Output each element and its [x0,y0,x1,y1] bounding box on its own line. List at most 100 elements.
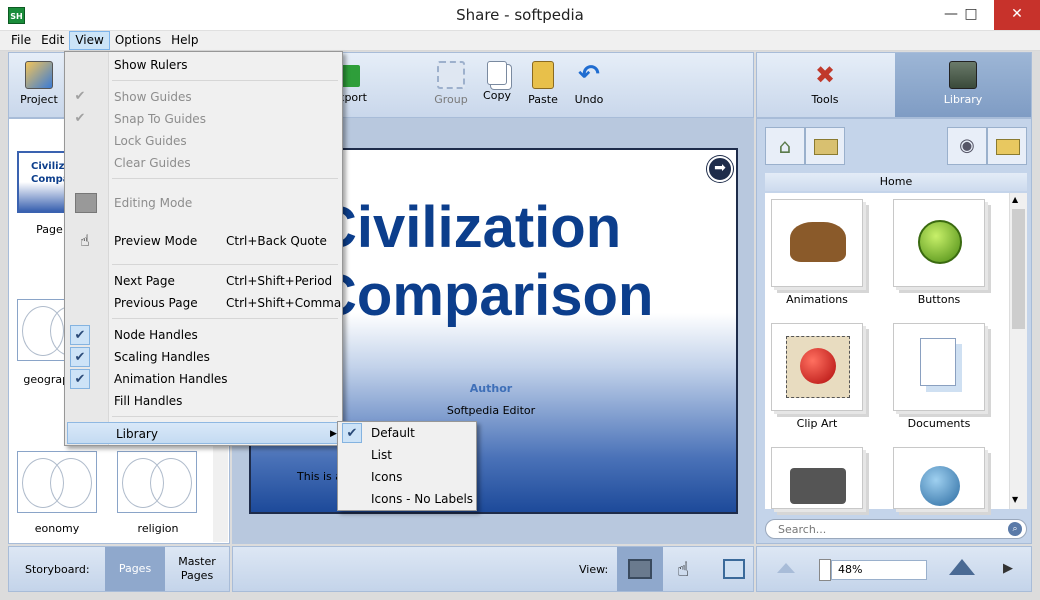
menu-scaling-handles[interactable]: ✔ Scaling Handles [66,346,342,368]
submenu-icons-no-labels[interactable]: Icons - No Labels [339,488,475,510]
menu-show-rulers[interactable]: Show Rulers [66,54,342,76]
submenu-default[interactable]: ✔ Default [339,422,475,444]
menu-separator [112,416,338,417]
paste-icon [532,61,554,89]
library-panel: ⌂ ◉ Home Animations Buttons Clip Art Doc… [756,118,1032,544]
slide-author[interactable]: Author [411,382,571,395]
close-button[interactable]: ✕ [994,0,1040,30]
submenu-label: Icons - No Labels [371,492,474,506]
folder-open-icon[interactable] [987,127,1027,165]
library-item-documents[interactable] [893,323,985,411]
menu-label: Show Guides [114,90,192,104]
menu-animation-handles[interactable]: ✔ Animation Handles [66,368,342,390]
venn-circle [50,458,92,508]
page-thumbnail[interactable] [117,451,197,513]
menu-label: Node Handles [114,328,198,342]
next-arrow-icon[interactable]: ➡ [707,156,733,182]
tab-master-pages[interactable]: Master Pages [173,555,221,583]
check-icon: ✔ [70,325,90,345]
folder-shape [996,139,1020,155]
menu-label: Preview Mode [114,234,198,248]
slide-editor[interactable]: Softpedia Editor [411,404,571,417]
menu-file[interactable]: File [6,31,36,50]
search-icon[interactable]: ⌕ [1008,522,1022,536]
menu-separator [112,80,338,81]
library-item-globe[interactable] [893,447,985,509]
check-icon: ✔ [70,369,90,389]
undo-button[interactable]: ↶ Undo [569,53,609,117]
menu-clear-guides[interactable]: Clear Guides [66,152,342,174]
library-item-clip-art[interactable] [771,323,863,411]
library-item-buttons[interactable] [893,199,985,287]
copy-button[interactable]: Copy [477,53,517,117]
menu-shortcut: Ctrl+Shift+Period [226,274,333,288]
zoom-out-icon[interactable] [777,563,795,573]
library-item-camera[interactable] [771,447,863,509]
submenu-label: Icons [371,470,403,484]
library-item-label: Buttons [917,293,961,306]
menu-label: Scaling Handles [114,350,210,364]
right-toolbar: ✖ Tools Library [756,52,1032,118]
folder-up-icon[interactable] [805,127,845,165]
menu-edit[interactable]: Edit [36,31,69,50]
menu-help[interactable]: Help [166,31,203,50]
scroll-thumb[interactable] [1012,209,1025,329]
maximize-button[interactable]: □ [948,0,994,30]
menu-options[interactable]: Options [110,31,166,50]
present-icon[interactable] [723,559,745,579]
menu-separator [112,318,338,319]
menu-preview-mode[interactable]: ☝ Preview Mode Ctrl+Back Quote [66,230,342,252]
library-item-animations[interactable] [771,199,863,287]
home-icon[interactable]: ⌂ [765,127,805,165]
webcam-icon[interactable]: ◉ [947,127,987,165]
title-bar: SH Share - softpedia — □ ✕ [0,0,1040,31]
view-bar: View: ☝ [232,546,754,592]
submenu-list[interactable]: List [339,444,475,466]
library-scrollbar[interactable]: ▲ ▼ [1009,193,1027,509]
submenu-icons[interactable]: Icons [339,466,475,488]
scroll-up-icon[interactable]: ▲ [1012,195,1018,204]
menu-lock-guides[interactable]: Lock Guides [66,130,342,152]
menu-fill-handles[interactable]: Fill Handles [66,390,342,412]
menu-next-page[interactable]: Next Page Ctrl+Shift+Period [66,270,342,292]
editing-mode-icon [75,193,97,213]
zoom-in-icon[interactable] [949,559,975,575]
tools-button[interactable]: ✖ Tools [793,53,857,117]
edit-view-button[interactable] [617,547,663,591]
green-button-icon [918,220,962,264]
menu-node-handles[interactable]: ✔ Node Handles [66,324,342,346]
undo-label: Undo [574,93,604,106]
zoom-value[interactable]: 48% [831,560,927,580]
menu-previous-page[interactable]: Previous Page Ctrl+Shift+Comma [66,292,342,314]
paste-button[interactable]: Paste [523,53,563,117]
play-icon[interactable]: ▶ [1003,561,1013,576]
menu-label: Animation Handles [114,372,228,386]
tab-pages[interactable]: Pages [105,547,165,591]
paste-label: Paste [528,93,558,106]
library-submenu: ✔ Default List Icons Icons - No Labels [337,421,477,511]
scroll-down-icon[interactable]: ▼ [1012,495,1018,504]
library-search[interactable]: Search... ⌕ [765,519,1027,539]
menu-library[interactable]: Library ▶ [67,422,340,444]
slide-title[interactable]: Civilization Comparison [315,194,745,330]
project-button[interactable]: Project [13,53,65,117]
search-input[interactable]: Search... [778,523,826,536]
check-icon: ✔ [70,347,90,367]
group-label: Group [434,93,468,106]
menu-shortcut: Ctrl+Shift+Comma [226,296,342,310]
menu-show-guides[interactable]: ✔ Show Guides [66,86,342,108]
menu-label: Show Rulers [114,58,188,72]
menu-editing-mode[interactable]: Editing Mode [66,192,342,214]
group-button[interactable]: Group [429,53,473,117]
menu-view[interactable]: View [69,31,110,50]
menu-snap-to-guides[interactable]: ✔ Snap To Guides [66,108,342,130]
zoom-slider-handle[interactable] [819,559,831,581]
project-icon [25,61,53,89]
library-button[interactable]: Library [895,53,1031,117]
page-thumbnail[interactable] [17,451,97,513]
undo-icon: ↶ [578,60,600,90]
slide-body-text[interactable]: This is a [297,470,342,483]
check-icon: ✔ [342,423,362,443]
folder-shape [814,139,838,155]
preview-hand-icon[interactable]: ☝ [677,557,689,581]
